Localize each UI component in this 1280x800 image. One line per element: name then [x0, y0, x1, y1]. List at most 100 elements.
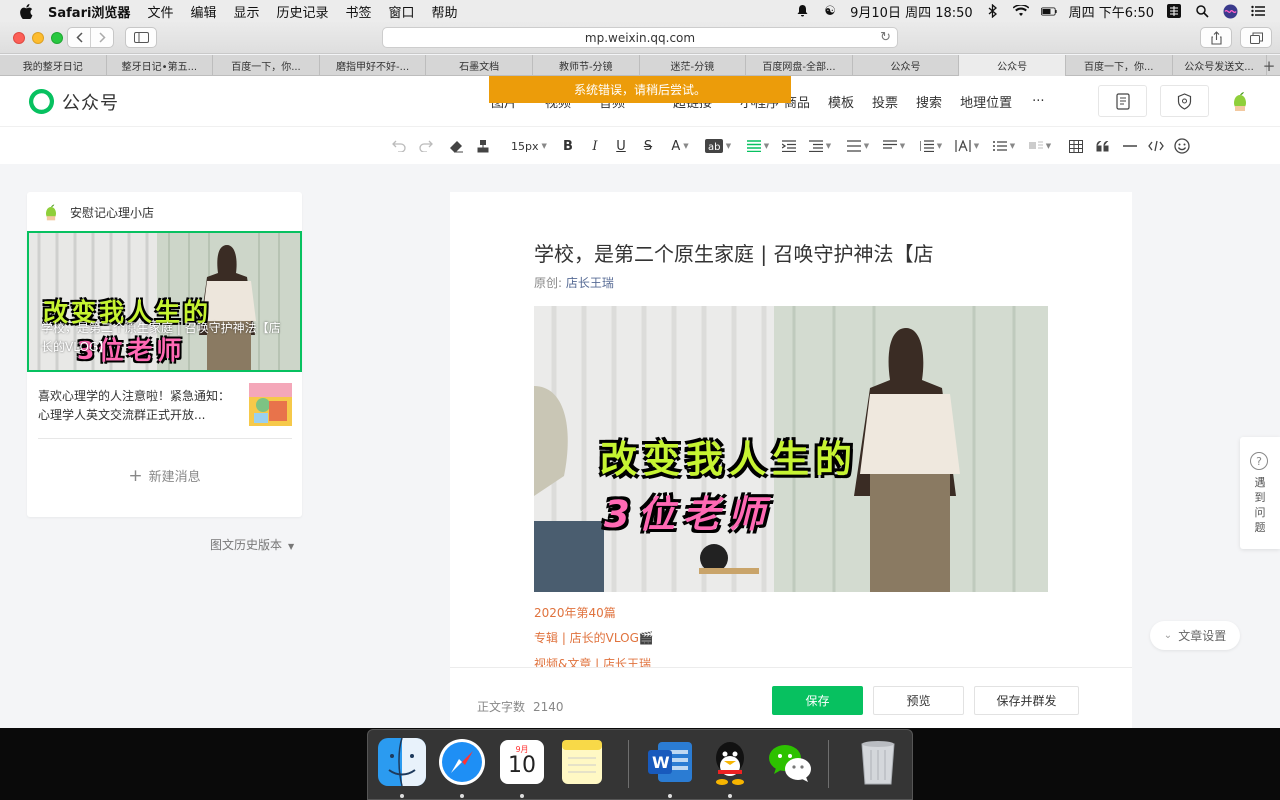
article-author[interactable]: 原创: 店长王瑞 [534, 274, 614, 291]
menubar-datetime[interactable]: 9月10日 周四 18:50 [850, 2, 973, 21]
show-tabs-button[interactable] [1240, 27, 1272, 48]
table-button[interactable] [1067, 136, 1085, 156]
bluetooth-icon[interactable] [985, 3, 1001, 19]
menu-bookmarks[interactable]: 书签 [346, 2, 372, 21]
window-maximize-button[interactable] [51, 32, 63, 44]
browser-tab-active[interactable]: 公众号 [959, 55, 1066, 76]
menu-view[interactable]: 显示 [233, 2, 259, 21]
save-and-publish-button[interactable]: 保存并群发 [974, 686, 1079, 715]
strikethrough-button[interactable]: S [640, 136, 656, 156]
security-check-button[interactable] [1160, 85, 1209, 117]
safari-icon[interactable] [436, 736, 488, 788]
browser-tab[interactable]: 我的整牙日记 [0, 55, 107, 76]
italic-button[interactable]: I [587, 136, 603, 156]
wifi-icon[interactable] [1012, 3, 1029, 19]
menu-history[interactable]: 历史记录 [276, 2, 328, 21]
user-avatar[interactable] [1228, 89, 1252, 113]
menu-app-name[interactable]: Safari浏览器 [48, 2, 130, 21]
nav-location[interactable]: 地理位置 [960, 92, 1012, 111]
notes-icon[interactable] [556, 736, 608, 788]
paragraph-before-button[interactable]: ▼ [881, 136, 907, 156]
notification-center-icon[interactable] [1250, 3, 1266, 19]
browser-tab[interactable]: 公众号发送文... [1173, 55, 1267, 76]
apple-menu-icon[interactable] [16, 1, 36, 21]
article-title-input[interactable]: 学校，是第二个原生家庭 | 召唤守护神法【店 [534, 238, 933, 267]
reload-icon[interactable]: ↻ [880, 30, 891, 45]
window-close-button[interactable] [13, 32, 25, 44]
code-button[interactable] [1147, 136, 1165, 156]
trash-icon[interactable] [852, 736, 904, 788]
emoji-button[interactable] [1173, 136, 1191, 156]
menu-help[interactable]: 帮助 [432, 2, 458, 21]
qq-icon[interactable] [704, 736, 756, 788]
divider-button[interactable] [1121, 136, 1139, 156]
background-color-button[interactable]: ab ▼ [703, 136, 733, 156]
nav-search[interactable]: 搜索 [916, 92, 942, 111]
menu-window[interactable]: 窗口 [389, 2, 415, 21]
letter-spacing-button[interactable]: ▼ [954, 136, 980, 156]
share-button[interactable] [1200, 27, 1232, 48]
finder-icon[interactable] [376, 736, 428, 788]
indent-button[interactable] [781, 136, 797, 156]
browser-tab[interactable]: 百度网盘-全部... [746, 55, 853, 76]
article-meta-album[interactable]: 专辑 | 店长的VLOG🎬 [534, 629, 654, 646]
siri-icon[interactable] [1222, 3, 1238, 19]
sidebar-toggle-button[interactable] [125, 27, 157, 48]
menu-file[interactable]: 文件 [147, 2, 173, 21]
save-button[interactable]: 保存 [772, 686, 863, 715]
browser-tab[interactable]: 磨指甲好不好-... [320, 55, 427, 76]
font-color-button[interactable]: A ▼ [667, 136, 693, 156]
list-item[interactable]: 喜欢心理学的人注意啦！紧急通知：心理学人英文交流群正式开放... [38, 383, 292, 439]
float-button[interactable]: ▼ [1027, 136, 1053, 156]
spotlight-search-icon[interactable] [1194, 3, 1210, 19]
clear-format-button[interactable] [447, 136, 465, 156]
underline-button[interactable]: U [613, 136, 629, 156]
browser-tab[interactable]: 百度一下，你... [1066, 55, 1173, 76]
align-left-button[interactable]: ▼ [745, 136, 771, 156]
mobile-preview-button[interactable] [1098, 85, 1147, 117]
main-article-cover[interactable]: 改变我人生的 3位老师 学校，是第二个原生家庭 | 召唤守护神法【店长的VLOG… [27, 231, 302, 372]
window-minimize-button[interactable] [32, 32, 44, 44]
browser-tab[interactable]: 公众号 [853, 55, 960, 76]
format-painter-button[interactable] [474, 136, 492, 156]
address-bar[interactable]: mp.weixin.qq.com ↻ [382, 27, 898, 48]
paragraph-spacing-button[interactable]: ▼ [807, 136, 833, 156]
logo[interactable]: 公众号 [27, 87, 119, 116]
article-cover-image[interactable]: 改变我人生的 3位老师 [534, 306, 1048, 592]
word-icon[interactable]: W [644, 736, 696, 788]
menubar-clock[interactable]: 周四 下午6:50 [1069, 2, 1154, 21]
quote-button[interactable] [1094, 136, 1112, 156]
browser-tab[interactable]: 整牙日记•第五... [107, 55, 214, 76]
line-height-button[interactable]: ▼ [845, 136, 871, 156]
nav-vote[interactable]: 投票 [872, 92, 898, 111]
redo-button[interactable] [417, 136, 435, 156]
bold-button[interactable]: B [560, 136, 576, 156]
input-method-icon[interactable]: ☯ [822, 3, 838, 19]
browser-tab[interactable]: 教师节-分镜 [533, 55, 640, 76]
undo-button[interactable] [390, 136, 408, 156]
paragraph-after-button[interactable]: ▼ [918, 136, 944, 156]
history-versions-button[interactable]: 图文历史版本 ▼ [210, 536, 294, 553]
back-button[interactable] [68, 28, 91, 47]
forward-button[interactable] [91, 28, 113, 47]
list-button[interactable]: ▼ [991, 136, 1017, 156]
browser-tab[interactable]: 迷茫-分镜 [640, 55, 747, 76]
new-tab-button[interactable]: + [1258, 55, 1280, 76]
calendar-icon[interactable]: 9月 10 [496, 736, 548, 788]
preview-button[interactable]: 预览 [873, 686, 964, 715]
new-message-button[interactable]: + 新建消息 [27, 466, 302, 486]
nav-more-button[interactable]: ··· [1032, 94, 1044, 109]
notification-bell-icon[interactable] [794, 3, 810, 19]
menu-edit[interactable]: 编辑 [190, 2, 216, 21]
help-sidebar-button[interactable]: ? 遇到问题 [1240, 437, 1280, 549]
nav-templates[interactable]: 模板 [828, 92, 854, 111]
battery-icon[interactable] [1040, 3, 1057, 19]
wechat-icon[interactable] [764, 736, 816, 788]
browser-tab[interactable]: 石墨文档 [426, 55, 533, 76]
article-meta-issue[interactable]: 2020年第40篇 [534, 604, 616, 621]
font-size-select[interactable]: 15px ▼ [509, 136, 549, 156]
browser-tab[interactable]: 百度一下，你... [213, 55, 320, 76]
font-size-value: 15px [511, 139, 539, 153]
article-settings-button[interactable]: ⌄ 文章设置 [1150, 621, 1240, 650]
input-source-icon[interactable] [1166, 3, 1182, 19]
